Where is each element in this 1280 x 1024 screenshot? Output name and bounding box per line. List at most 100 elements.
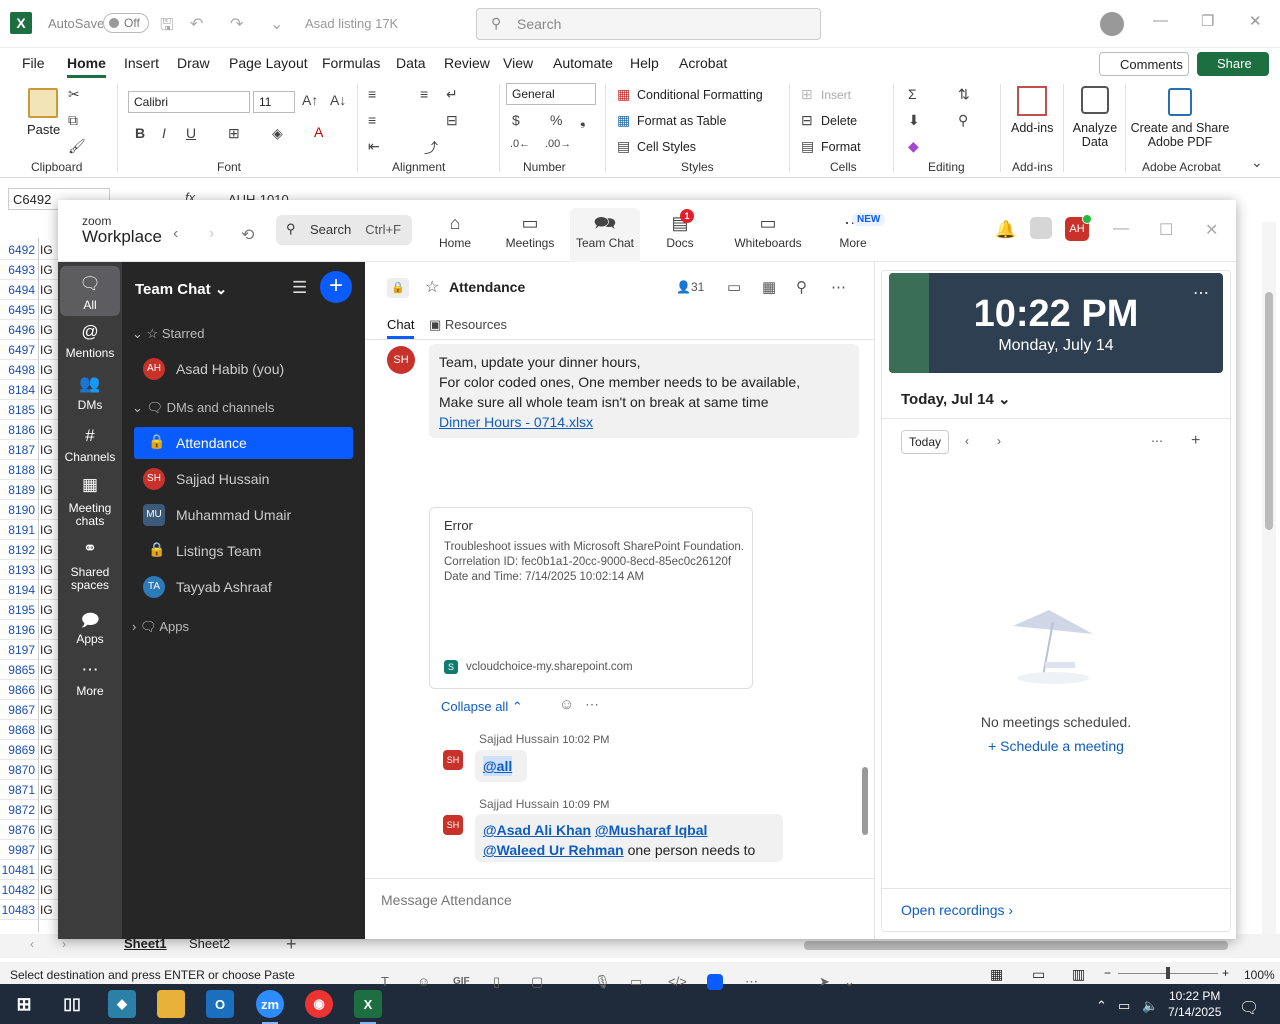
rail-more[interactable]: ⋯ More (60, 660, 120, 698)
fill-icon[interactable]: ⬇ (908, 112, 920, 129)
conditional-formatting-icon[interactable]: ▦ (617, 86, 630, 103)
row-header[interactable]: 8190 (0, 500, 38, 520)
rail-mentions[interactable]: @ Mentions (60, 322, 120, 360)
merge-center-icon[interactable]: ⊟ (446, 112, 458, 129)
app-icon[interactable]: ◆ (108, 990, 136, 1018)
align-bottom-icon[interactable]: ≡ (420, 86, 428, 102)
row-header[interactable]: 9868 (0, 720, 38, 740)
table-cell[interactable]: IG (40, 780, 58, 800)
add-ins-icon[interactable] (1017, 86, 1047, 116)
avatar[interactable]: SH (387, 346, 415, 374)
fill-color-icon[interactable]: ◈ (272, 125, 283, 142)
share-button[interactable]: Share (1197, 52, 1269, 76)
font-color-icon[interactable]: A (314, 124, 323, 140)
format-cells-button[interactable]: Format (821, 140, 861, 154)
more-tools-icon[interactable]: ⋯ (745, 974, 758, 990)
redo-icon[interactable]: ↷ (230, 14, 243, 34)
table-cell[interactable]: IG (40, 820, 58, 840)
row-header[interactable]: 9869 (0, 740, 38, 760)
row-header[interactable]: 6493 (0, 260, 38, 280)
cell-styles-button[interactable]: Cell Styles (637, 140, 696, 154)
sidebar-item-attendance[interactable]: 🔒 Attendance (134, 427, 353, 459)
table-cell[interactable]: IG (40, 380, 58, 400)
save-icon[interactable]: 🖫 (160, 14, 174, 41)
row-header[interactable]: 6496 (0, 320, 38, 340)
delete-cells-icon[interactable]: ⊟ (801, 112, 813, 129)
row-header[interactable]: 8187 (0, 440, 38, 460)
row-header[interactable]: 8192 (0, 540, 38, 560)
row-header[interactable]: 10483 (0, 900, 38, 920)
insert-cells-button[interactable]: Insert (821, 88, 851, 102)
table-cell[interactable]: IG (40, 400, 58, 420)
create-pdf-button[interactable]: Create and Share Adobe PDF (1130, 121, 1230, 149)
mention-link[interactable]: @Asad Ali Khan (483, 822, 591, 838)
row-header[interactable]: 9876 (0, 820, 38, 840)
table-cell[interactable]: IG (40, 560, 58, 580)
number-format-select[interactable]: General (506, 83, 596, 105)
microphone-icon[interactable]: 🎙 (594, 974, 611, 990)
network-icon[interactable]: ▭ (1118, 998, 1130, 1014)
tab-view[interactable]: View (503, 55, 533, 71)
more-actions-icon[interactable]: ⋯ (585, 696, 599, 713)
borders-icon[interactable]: ⊞ (228, 125, 240, 142)
file-explorer-icon[interactable] (157, 990, 185, 1018)
paste-label[interactable]: Paste (27, 122, 60, 137)
wrap-text-icon[interactable]: ↵ (446, 86, 458, 103)
row-header[interactable]: 9871 (0, 780, 38, 800)
row-header[interactable]: 8193 (0, 560, 38, 580)
table-cell[interactable]: IG (40, 680, 58, 700)
tab-automate[interactable]: Automate (553, 55, 613, 71)
table-cell[interactable]: IG (40, 800, 58, 820)
minimize-icon[interactable]: — (1153, 12, 1168, 29)
task-view-icon[interactable]: ▯▯ (58, 990, 86, 1018)
format-painter-icon[interactable]: 🖌 (68, 138, 86, 155)
decrease-font-icon[interactable]: A↓ (330, 92, 346, 108)
send-options-icon[interactable]: ⌄ (844, 974, 855, 990)
tab-insert[interactable]: Insert (124, 55, 159, 71)
table-cell[interactable]: IG (40, 340, 58, 360)
row-header[interactable]: 9865 (0, 660, 38, 680)
text-format-icon[interactable]: T (381, 974, 389, 989)
row-header[interactable]: 8186 (0, 420, 38, 440)
excel-search-box[interactable]: ⚲ Search (476, 8, 821, 40)
avatar[interactable]: SH (443, 815, 463, 835)
table-cell[interactable]: IG (40, 240, 58, 260)
volume-icon[interactable]: 🔈 (1142, 998, 1158, 1014)
autosum-icon[interactable]: Σ (908, 86, 917, 102)
create-pdf-icon[interactable] (1168, 88, 1192, 116)
rail-meeting-chats[interactable]: ▦ Meeting chats (60, 476, 120, 528)
table-cell[interactable]: IG (40, 420, 58, 440)
sidebar-title[interactable]: Team Chat ⌄ (135, 280, 227, 298)
row-header[interactable]: 6494 (0, 280, 38, 300)
attachment-link[interactable]: Dinner Hours - 0714.xlsx (439, 412, 593, 432)
tab-formulas[interactable]: Formulas (322, 55, 380, 71)
row-header[interactable]: 8189 (0, 480, 38, 500)
autosave-toggle[interactable]: Off (103, 13, 149, 33)
decrease-indent-icon[interactable]: ⇤ (368, 138, 380, 155)
analyze-data-button[interactable]: Analyze Data (1072, 121, 1118, 149)
emoji-icon[interactable]: ☺ (417, 974, 430, 989)
comma-icon[interactable]: ❟ (580, 112, 586, 129)
format-table-icon[interactable]: ▦ (617, 112, 630, 129)
table-cell[interactable]: IG (40, 360, 58, 380)
tab-resources[interactable]: ▣ Resources (429, 317, 507, 333)
ztab-whiteboards[interactable]: ▭ Whiteboards (724, 208, 812, 262)
underline-icon[interactable]: U (186, 125, 196, 141)
row-header[interactable]: 9870 (0, 760, 38, 780)
screenshot-icon[interactable]: ▢ (531, 974, 543, 990)
close-icon[interactable]: ✕ (1249, 12, 1262, 30)
sheet-scroll-thumb[interactable] (1265, 292, 1273, 530)
row-header[interactable]: 8188 (0, 460, 38, 480)
mention-all[interactable]: @all (483, 756, 513, 776)
zoom-close-icon[interactable]: ✕ (1205, 220, 1218, 240)
add-event-icon[interactable]: + (1191, 432, 1200, 450)
account-avatar[interactable] (1100, 12, 1124, 36)
sort-filter-icon[interactable]: ⇅ (958, 86, 970, 103)
table-cell[interactable]: IG (40, 700, 58, 720)
rail-apps[interactable]: 🗩 Apps (60, 608, 120, 646)
table-cell[interactable]: IG (40, 640, 58, 660)
send-icon[interactable]: ➤ (819, 974, 830, 990)
normal-view-icon[interactable]: ▦ (990, 966, 1003, 983)
open-recordings-link[interactable]: Open recordings › (901, 902, 1013, 918)
today-button[interactable]: Today (901, 430, 949, 454)
